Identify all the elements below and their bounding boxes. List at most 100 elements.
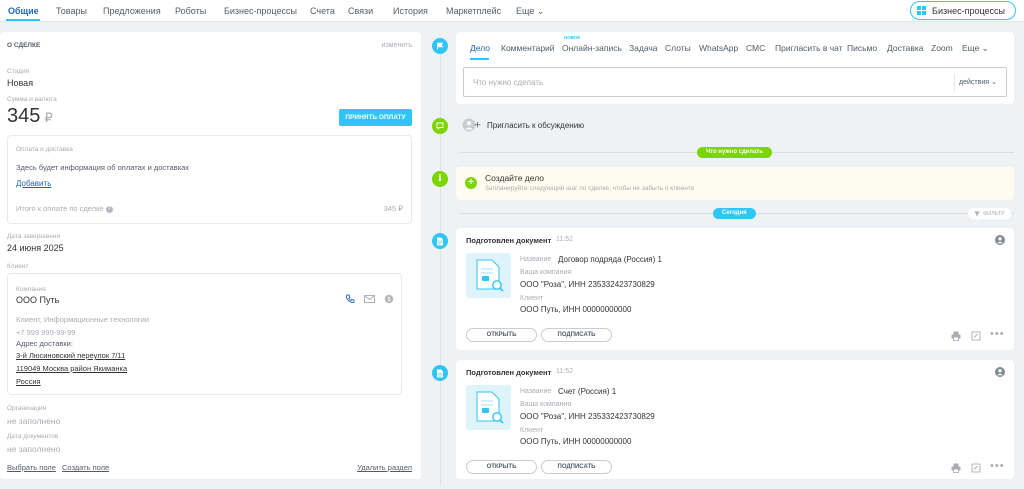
composer-tab-zoom[interactable]: Zoom: [931, 43, 953, 53]
open-document-button[interactable]: ОТКРЫТЬ: [466, 460, 537, 474]
tab-links[interactable]: Связи: [348, 6, 373, 16]
invite-discussion[interactable]: + Пригласить к обсуждению: [462, 117, 584, 133]
amount-number: 345: [7, 105, 41, 127]
note-icon[interactable]: [971, 331, 981, 341]
close-date-value: 24 июня 2025: [7, 243, 64, 253]
filter-button[interactable]: ФИЛЬТР: [968, 208, 1011, 219]
document-company: ООО "Роза", ИНН 235332423730829: [520, 280, 655, 289]
document-client-label: Клиент: [520, 427, 544, 434]
more-icon[interactable]: •••: [990, 460, 1005, 472]
actions-label: действия: [959, 79, 990, 86]
phone-icon[interactable]: [345, 294, 355, 304]
docs-date-label: Дата документов: [7, 433, 59, 440]
document-card: Подготовлен документ 11:52 Название Счет…: [456, 360, 1014, 479]
document-company-label: Ваша компания: [520, 401, 572, 408]
currency-symbol: ₽: [44, 110, 53, 125]
accept-payment-button[interactable]: ПРИНЯТЬ ОПЛАТУ: [339, 109, 412, 126]
tab-business-processes[interactable]: Бизнес-процессы: [224, 6, 297, 16]
active-tab-underline: [6, 19, 40, 21]
delete-section-link[interactable]: Удалить раздел: [357, 463, 412, 472]
print-icon[interactable]: [951, 331, 961, 341]
document-card: Подготовлен документ 11:52 Название Дого…: [456, 228, 1014, 350]
address-line-3[interactable]: Россия: [16, 377, 41, 386]
composer-tab-task[interactable]: Задача: [629, 43, 658, 53]
filter-icon: [974, 211, 980, 216]
choose-field-link[interactable]: Выбрать поле: [7, 463, 56, 472]
composer-tab-whatsapp[interactable]: WhatsApp: [699, 43, 738, 53]
document-card-time: 11:52: [556, 236, 573, 243]
business-processes-button[interactable]: Бизнес-процессы: [910, 1, 1016, 20]
section-title: О сделке: [7, 42, 41, 49]
document-client-label: Клиент: [520, 295, 544, 302]
print-icon[interactable]: [951, 463, 961, 473]
tab-offers[interactable]: Предложения: [103, 6, 161, 16]
more-icon[interactable]: •••: [990, 328, 1005, 340]
sign-document-button[interactable]: ПОДПИСАТЬ: [541, 328, 612, 342]
organization-label: Организация: [7, 405, 47, 412]
composer-tab-online-booking[interactable]: Онлайн-запись: [562, 43, 622, 53]
edit-link[interactable]: изменить: [382, 42, 412, 49]
address-label: Адрес доставки:: [16, 339, 73, 348]
tab-more[interactable]: Еще ⌄: [516, 6, 544, 17]
tab-more-label: Еще: [516, 6, 535, 16]
plus-icon: +: [465, 177, 477, 189]
chevron-down-icon: ⌄: [536, 6, 545, 16]
document-card-title: Подготовлен документ: [466, 236, 552, 245]
composer-tab-delivery[interactable]: Доставка: [887, 43, 924, 53]
info-icon: i: [432, 171, 448, 187]
chevron-down-icon: ⌄: [981, 43, 989, 53]
sign-document-button[interactable]: ПОДПИСАТЬ: [541, 460, 612, 474]
document-icon: [432, 365, 448, 381]
company-name[interactable]: ООО Путь: [16, 295, 59, 305]
chat-icon[interactable]: $: [384, 294, 394, 304]
document-thumbnail[interactable]: [466, 385, 511, 430]
document-preview-icon: [476, 391, 504, 424]
composer-tab-comment[interactable]: Комментарий: [501, 43, 555, 53]
amount-label: Сумма и валюта: [7, 96, 57, 103]
document-client: ООО Путь, ИНН 00000000000: [520, 437, 632, 446]
amount-value: 345 ₽: [7, 105, 53, 128]
composer-tab-slots[interactable]: Слоты: [665, 43, 691, 53]
composer-tab-email[interactable]: Письмо: [847, 43, 877, 53]
address-line-2[interactable]: 119049 Москва район Якиманка: [16, 364, 127, 373]
note-icon[interactable]: [971, 463, 981, 473]
mail-icon[interactable]: [364, 295, 375, 303]
actions-dropdown[interactable]: действия ⌄: [959, 78, 997, 86]
user-avatar-icon[interactable]: [995, 367, 1005, 377]
tab-products[interactable]: Товары: [56, 6, 87, 16]
document-company: ООО "Роза", ИНН 235332423730829: [520, 412, 655, 421]
client-phone[interactable]: +7 999 999-99-99: [16, 328, 75, 337]
close-date-label: Дата завершения: [7, 233, 60, 240]
document-card-title: Подготовлен документ: [466, 368, 552, 377]
flag-icon: [432, 38, 448, 54]
composer-tab-deal[interactable]: Дело: [470, 43, 490, 53]
add-payment-link[interactable]: Добавить: [16, 179, 51, 188]
user-avatar-icon[interactable]: [995, 235, 1005, 245]
todo-input[interactable]: Что нужно сделать действия ⌄: [463, 67, 1007, 97]
tab-invoices[interactable]: Счета: [310, 6, 335, 16]
invite-label: Пригласить к обсуждению: [487, 120, 585, 130]
help-icon[interactable]: ?: [105, 205, 113, 213]
composer-tab-invite-chat[interactable]: Пригласить в чат: [775, 43, 843, 53]
document-thumbnail[interactable]: [466, 253, 511, 298]
create-field-link[interactable]: Создать поле: [62, 463, 109, 472]
document-name-label: Название: [520, 388, 552, 395]
deal-details-panel: О сделке изменить Стадия Новая Сумма и в…: [0, 32, 421, 479]
tab-marketplace[interactable]: Маркетплейс: [446, 6, 501, 16]
open-document-button[interactable]: ОТКРЫТЬ: [466, 328, 537, 342]
composer-tab-sms[interactable]: СМС: [746, 43, 765, 53]
new-badge: НОВОЕ: [564, 35, 581, 40]
client-type: Клиент, Информационные технологии: [16, 315, 149, 324]
document-preview-icon: [476, 259, 504, 292]
tab-general[interactable]: Общие: [8, 6, 39, 16]
tab-robots[interactable]: Роботы: [175, 6, 206, 16]
composer-active-underline: [470, 58, 489, 60]
divider: [954, 74, 955, 91]
address-line-1[interactable]: 3-й Люсиновский переулок 7/11: [16, 351, 125, 360]
tab-history[interactable]: История: [393, 6, 428, 16]
create-task-card[interactable]: + Создайте дело Запланируйте следующий ш…: [456, 167, 1014, 200]
payment-box: Оплата и доставка Здесь будет информация…: [7, 135, 412, 224]
payment-label: Оплата и доставка: [16, 146, 73, 153]
company-label: Компания: [16, 286, 46, 293]
composer-tab-more[interactable]: Еще ⌄: [962, 43, 989, 54]
